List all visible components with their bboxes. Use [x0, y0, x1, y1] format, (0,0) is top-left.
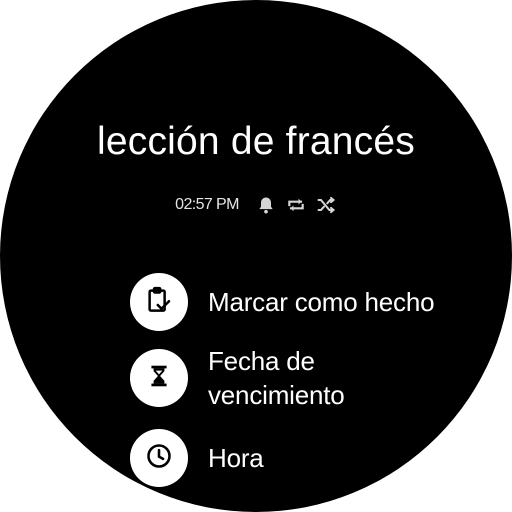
- hourglass-icon: [146, 362, 172, 395]
- clock-icon: [145, 442, 173, 475]
- task-title: lección de francés: [97, 120, 415, 163]
- time-button[interactable]: Hora: [130, 429, 264, 487]
- due-date-button[interactable]: Fecha de vencimiento: [130, 344, 408, 412]
- time-label: Hora: [208, 443, 264, 473]
- task-meta-row: 02:57 PM: [0, 192, 512, 218]
- repeat-icon: [285, 194, 307, 216]
- mark-done-icon-circle[interactable]: [130, 273, 188, 331]
- shuffle-icon: [315, 194, 337, 216]
- clipboard-check-icon: [144, 285, 174, 320]
- due-date-label: Fecha de vencimiento: [208, 346, 345, 410]
- watch-face: lección de francés 02:57 PM Marcar como …: [0, 0, 512, 512]
- bell-icon: [255, 194, 277, 216]
- mark-done-label: Marcar como hecho: [208, 287, 435, 317]
- time-icon-circle[interactable]: [130, 429, 188, 487]
- due-date-icon-circle[interactable]: [130, 349, 188, 407]
- mark-done-button[interactable]: Marcar como hecho: [130, 273, 435, 331]
- task-time: 02:57 PM: [175, 196, 239, 213]
